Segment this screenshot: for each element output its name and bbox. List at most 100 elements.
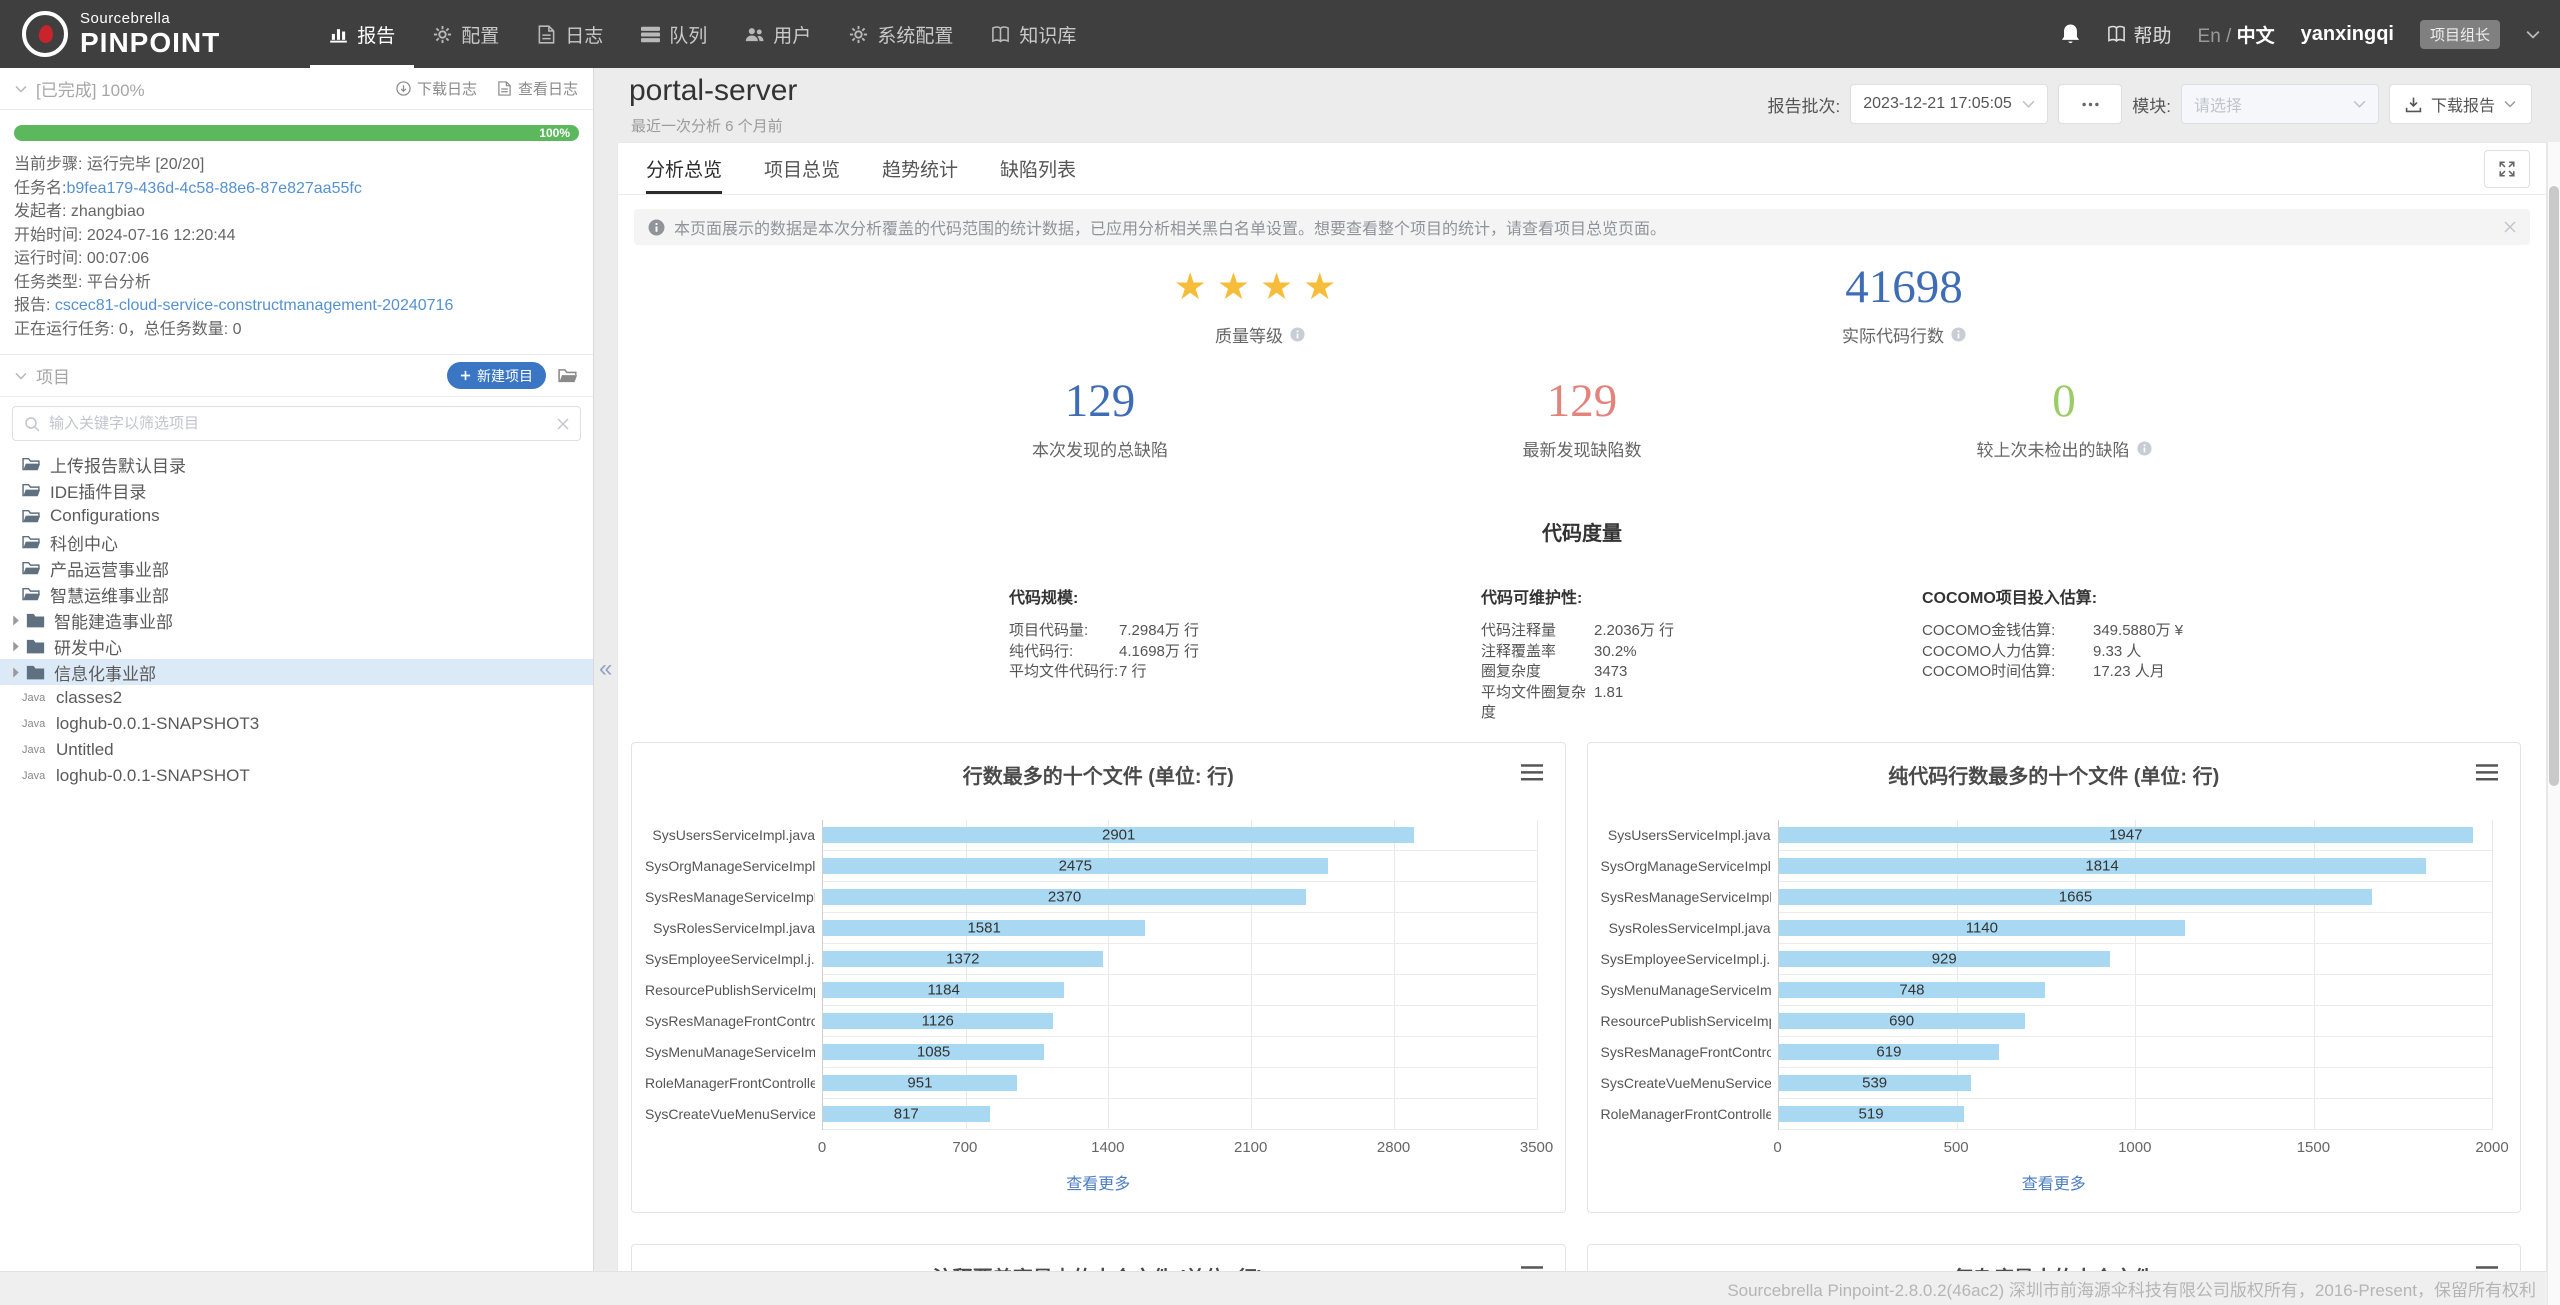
metric-label: COCOMO金钱估算: xyxy=(1922,621,2093,642)
tree-item[interactable]: 研发中心 xyxy=(0,633,593,659)
task-field-label: 运行时间: xyxy=(14,250,87,267)
module-placeholder: 请选择 xyxy=(2194,92,2242,116)
project-search-input[interactable] xyxy=(49,415,548,432)
metric-value: 3473 xyxy=(1594,662,1627,683)
download-log-button[interactable]: 下载日志 xyxy=(396,78,477,99)
bar-value: 2475 xyxy=(1059,858,1092,875)
username[interactable]: yanxingqi xyxy=(2301,23,2394,46)
view-more-link[interactable]: 查看更多 xyxy=(1066,1176,1130,1193)
nav-item-users[interactable]: 用户 xyxy=(726,0,830,68)
metric-label: 纯代码行: xyxy=(1009,642,1119,663)
task-field-label: 开始时间: xyxy=(14,227,87,244)
metric-value: 2.2036万 行 xyxy=(1594,621,1674,642)
tree-item[interactable]: IDE插件目录 xyxy=(0,477,593,503)
collapse-caret-icon[interactable] xyxy=(15,372,27,380)
tab-分析总览[interactable]: 分析总览 xyxy=(646,143,722,194)
chevron-down-icon xyxy=(2022,100,2035,108)
bar-value: 1372 xyxy=(946,951,979,968)
more-batches-button[interactable] xyxy=(2058,84,2122,124)
tree-item[interactable]: Configurations xyxy=(0,503,593,529)
info-icon[interactable] xyxy=(1951,327,1966,342)
bar-value: 817 xyxy=(894,1106,919,1123)
tree-item[interactable]: 智能建造事业部 xyxy=(0,607,593,633)
task-field-link[interactable]: cscec81-cloud-service-constructmanagemen… xyxy=(55,297,453,314)
tree-item[interactable]: 信息化事业部 xyxy=(0,659,593,685)
chevron-down-icon[interactable] xyxy=(2526,30,2540,39)
nav-item-system-config[interactable]: 系统配置 xyxy=(830,0,972,68)
lang-zh[interactable]: 中文 xyxy=(2237,26,2275,47)
progress-percent: 100% xyxy=(539,125,570,141)
tree-item[interactable]: 智慧运维事业部 xyxy=(0,581,593,607)
collapse-caret-icon[interactable] xyxy=(15,85,27,93)
expand-caret-icon[interactable] xyxy=(12,615,20,626)
chart-title: 纯代码行数最多的十个文件 (单位: 行) xyxy=(1888,766,2219,788)
metric-row: 圈复杂度3473 xyxy=(1481,662,1674,683)
hamburger-menu-icon[interactable] xyxy=(1521,764,1543,781)
task-field-label: 报告: xyxy=(14,297,55,314)
tree-item[interactable]: Javaloghub-0.0.1-SNAPSHOT xyxy=(0,763,593,789)
tree-item[interactable]: 产品运营事业部 xyxy=(0,555,593,581)
info-icon[interactable] xyxy=(2137,441,2152,456)
vertical-scrollbar[interactable] xyxy=(2547,142,2560,1305)
nav-item-knowledge-base[interactable]: 知识库 xyxy=(972,0,1095,68)
bar-value: 619 xyxy=(1876,1044,1901,1061)
tab-项目总览[interactable]: 项目总览 xyxy=(764,143,840,194)
bar-chart: SysUsersServiceImpl.java2901SysOrgManage… xyxy=(822,820,1537,1130)
nav-item-logs[interactable]: 日志 xyxy=(518,0,622,68)
sidebar-collapse-handle[interactable]: « xyxy=(599,655,612,683)
tree-item-label: Untitled xyxy=(56,740,114,760)
module-select[interactable]: 请选择 xyxy=(2181,84,2379,124)
tree-item[interactable]: 科创中心 xyxy=(0,529,593,555)
tree-item-label: 信息化事业部 xyxy=(54,660,156,685)
open-folder-icon[interactable] xyxy=(558,368,578,384)
metric-label: 平均文件圈复杂度 xyxy=(1481,683,1594,724)
java-icon: Java xyxy=(22,718,50,730)
lang-en[interactable]: En xyxy=(2198,26,2221,47)
close-icon[interactable] xyxy=(2504,221,2516,233)
tree-item[interactable]: JavaUntitled xyxy=(0,737,593,763)
task-field-value: zhangbiao xyxy=(71,203,145,220)
nav-item-config[interactable]: 配置 xyxy=(414,0,518,68)
expand-caret-icon[interactable] xyxy=(12,667,20,678)
nav-item-report[interactable]: 报告 xyxy=(310,0,414,68)
report-batch-select[interactable]: 2023-12-21 17:05:05 xyxy=(1850,84,2048,124)
nav-item-queue[interactable]: 队列 xyxy=(622,0,726,68)
task-field-link[interactable]: b9fea179-436d-4c58-88e6-87e827aa55fc xyxy=(66,180,361,197)
tree-item-label: loghub-0.0.1-SNAPSHOT3 xyxy=(56,714,259,734)
folder-open-icon xyxy=(22,483,41,498)
copyright-text: Sourcebrella Pinpoint-2.8.0.2(46ac2) 深圳市… xyxy=(1727,1276,2536,1301)
metric-row: 纯代码行:4.1698万 行 xyxy=(1009,642,1199,663)
brand-logo[interactable]: Sourcebrella PINPOINT xyxy=(22,11,220,57)
chart-bar-row: SysEmployeeServiceImpl.j...929 xyxy=(1779,944,2493,975)
hamburger-menu-icon[interactable] xyxy=(2476,764,2498,781)
tree-item[interactable]: Java loghub-0.0.1-SNAPSHOT3 xyxy=(0,711,593,737)
view-log-button[interactable]: 查看日志 xyxy=(497,78,578,99)
help-button[interactable]: 帮助 xyxy=(2107,21,2172,48)
chart-bar-row: SysUsersServiceImpl.java1947 xyxy=(1779,820,2493,851)
language-toggle[interactable]: En / 中文 xyxy=(2198,21,2275,48)
tree-item[interactable]: Javaclasses2 xyxy=(0,685,593,711)
metric-label: COCOMO时间估算: xyxy=(1922,662,2093,683)
help-label: 帮助 xyxy=(2134,21,2172,48)
tree-item[interactable]: 上传报告默认目录 xyxy=(0,451,593,477)
chart-y-label: SysUsersServiceImpl.java xyxy=(1601,827,1771,843)
new-project-button[interactable]: 新建项目 xyxy=(447,362,546,389)
java-icon: Java xyxy=(22,692,50,704)
fullscreen-button[interactable] xyxy=(2484,150,2530,188)
tab-缺陷列表[interactable]: 缺陷列表 xyxy=(1000,143,1076,194)
nav-item-label: 报告 xyxy=(357,21,395,48)
bar-value: 1085 xyxy=(917,1044,950,1061)
view-more-link[interactable]: 查看更多 xyxy=(2022,1176,2086,1193)
bell-icon[interactable] xyxy=(2060,23,2081,45)
tab-趋势统计[interactable]: 趋势统计 xyxy=(882,143,958,194)
download-report-button[interactable]: 下载报告 xyxy=(2389,84,2532,124)
task-field-label: 正在运行任务: 0，总任务数量: 0 xyxy=(14,321,242,338)
chart-bar-row: SysResManageServiceImpl.j...2370 xyxy=(823,882,1537,913)
expand-caret-icon[interactable] xyxy=(12,641,20,652)
chart-x-tick: 3500 xyxy=(1520,1139,1553,1156)
clear-search-icon[interactable] xyxy=(557,418,569,430)
chart-y-label: SysEmployeeServiceImpl.j... xyxy=(645,951,815,967)
scrollbar-thumb[interactable] xyxy=(2549,186,2559,786)
book-icon xyxy=(991,25,1010,44)
bar-value: 539 xyxy=(1862,1075,1887,1092)
